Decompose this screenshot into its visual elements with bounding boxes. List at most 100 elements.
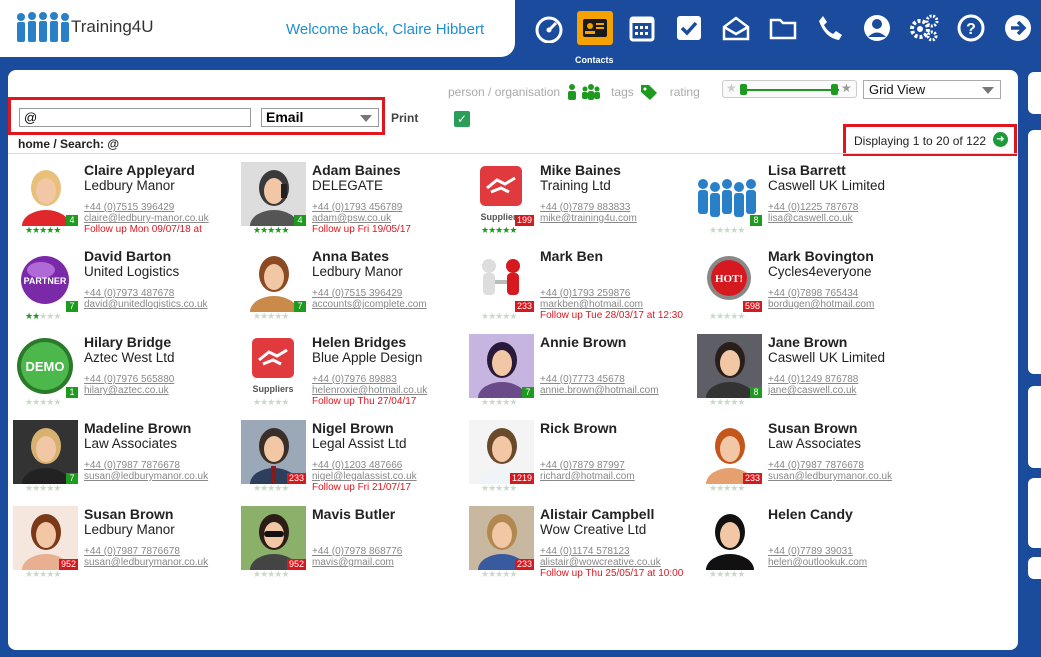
- contact-phone[interactable]: +44 (0)7773 45678: [540, 374, 625, 385]
- star-rating[interactable]: ★★★★★: [709, 484, 745, 493]
- rating-min-handle[interactable]: [740, 84, 747, 95]
- tasks-nav-button[interactable]: [671, 11, 707, 45]
- phone-nav-button[interactable]: [812, 11, 848, 45]
- contact-name[interactable]: Jane Brown: [768, 334, 847, 350]
- contact-phone[interactable]: +44 (0)7987 7876678: [768, 460, 864, 471]
- contact-phone[interactable]: +44 (0)7987 7876678: [84, 460, 180, 471]
- folder-nav-button[interactable]: [765, 11, 801, 45]
- contact-card[interactable]: 233 ★★★★★ Nigel Brown Legal Assist Ltd +44 (…: [241, 420, 469, 506]
- side-panel-card[interactable]: [1028, 72, 1041, 114]
- contact-card[interactable]: HOT! 598 ★★★★★ Mark Bovington Cycles4everyon…: [697, 248, 925, 334]
- contact-card[interactable]: 7 ★★★★★ Anna Bates Ledbury Manor +44 (0)7515…: [241, 248, 469, 334]
- contact-avatar[interactable]: 4: [13, 162, 78, 226]
- organisation-icon[interactable]: [581, 84, 601, 100]
- contact-card[interactable]: 233 ★★★★★ Alistair Campbell Wow Creative Lt…: [469, 506, 697, 592]
- contact-phone[interactable]: +44 (0)7973 487678: [84, 288, 174, 299]
- contact-avatar[interactable]: HOT! 598: [697, 248, 762, 312]
- contact-name[interactable]: Madeline Brown: [84, 420, 191, 436]
- contact-avatar[interactable]: Suppliers: [241, 334, 306, 398]
- contact-email[interactable]: richard@hotmail.com: [540, 471, 635, 482]
- follow-up-note[interactable]: Follow up Thu 27/04/17: [312, 396, 469, 407]
- contact-name[interactable]: Hilary Bridge: [84, 334, 171, 350]
- contact-avatar[interactable]: 7: [241, 248, 306, 312]
- contact-card[interactable]: 4 ★★★★★ Claire Appleyard Ledbury Manor +44 (…: [13, 162, 241, 248]
- contacts-nav-button[interactable]: [577, 11, 613, 45]
- star-rating[interactable]: ★★★★★: [25, 312, 61, 321]
- contact-avatar[interactable]: DEMO 1: [13, 334, 78, 398]
- contact-email[interactable]: markben@hotmail.com: [540, 299, 643, 310]
- contact-phone[interactable]: +44 (0)1793 456789: [312, 202, 402, 213]
- contact-email[interactable]: annie.brown@hotmail.com: [540, 385, 659, 396]
- contact-phone[interactable]: +44 (0)7978 868776: [312, 546, 402, 557]
- help-nav-button[interactable]: ?: [953, 11, 989, 45]
- star-rating[interactable]: ★★★★★: [25, 226, 61, 235]
- person-icon[interactable]: [566, 84, 578, 100]
- contact-email[interactable]: hilary@aztec.co.uk: [84, 385, 169, 396]
- contact-email[interactable]: susan@ledburymanor.co.uk: [768, 471, 892, 482]
- contact-avatar[interactable]: Suppliers 199: [469, 162, 534, 226]
- contact-phone[interactable]: +44 (0)1203 487666: [312, 460, 402, 471]
- contact-name[interactable]: Mavis Butler: [312, 506, 395, 522]
- star-rating[interactable]: ★★★★★: [253, 484, 289, 493]
- contact-avatar[interactable]: 7: [13, 420, 78, 484]
- contact-card[interactable]: 233 ★★★★★ Mark Ben +44 (0)1793 259876 markbe…: [469, 248, 697, 334]
- contact-name[interactable]: Helen Candy: [768, 506, 853, 522]
- contact-phone[interactable]: +44 (0)7976 565880: [84, 374, 174, 385]
- contact-card[interactable]: ★★★★★ Helen Candy +44 (0)7789 39031 helen@o…: [697, 506, 925, 592]
- contact-card[interactable]: DEMO 1 ★★★★★ Hilary Bridge Aztec West Ltd +44…: [13, 334, 241, 420]
- star-rating[interactable]: ★★★★★: [25, 398, 61, 407]
- contact-email[interactable]: alistair@wowcreative.co.uk: [540, 557, 661, 568]
- contact-name[interactable]: Claire Appleyard: [84, 162, 195, 178]
- rating-filter[interactable]: rating: [670, 85, 700, 99]
- star-rating[interactable]: ★★★★★: [481, 570, 517, 579]
- contact-card[interactable]: 233 ★★★★★ Susan Brown Law Associates +44 (0)…: [697, 420, 925, 506]
- contact-phone[interactable]: +44 (0)7515 396429: [312, 288, 402, 299]
- contact-name[interactable]: Alistair Campbell: [540, 506, 654, 522]
- side-panel-card[interactable]: [1028, 557, 1041, 579]
- contact-email[interactable]: mike@training4u.com: [540, 213, 637, 224]
- search-type-select[interactable]: Email: [261, 108, 379, 127]
- contact-email[interactable]: claire@ledbury-manor.co.uk: [84, 213, 209, 224]
- contact-name[interactable]: Anna Bates: [312, 248, 389, 264]
- contact-card[interactable]: 952 ★★★★★ Mavis Butler +44 (0)7978 868776 ma…: [241, 506, 469, 592]
- star-rating[interactable]: ★★★★★: [253, 226, 289, 235]
- contact-email[interactable]: adam@psw.co.uk: [312, 213, 391, 224]
- contact-card[interactable]: Suppliers ★★★★★ Helen Bridges Blue Apple De…: [241, 334, 469, 420]
- contact-avatar[interactable]: 233: [469, 248, 534, 312]
- star-rating[interactable]: ★★★★★: [253, 312, 289, 321]
- contact-email[interactable]: lisa@caswell.co.uk: [768, 213, 853, 224]
- contact-name[interactable]: Susan Brown: [84, 506, 173, 522]
- contact-phone[interactable]: +44 (0)7976 89883: [312, 374, 397, 385]
- contact-email[interactable]: jane@caswell.co.uk: [768, 385, 857, 396]
- side-panel-card[interactable]: [1028, 130, 1041, 374]
- contact-name[interactable]: Lisa Barrett: [768, 162, 846, 178]
- logout-nav-button[interactable]: [1000, 11, 1036, 45]
- dashboard-nav-button[interactable]: [531, 11, 567, 45]
- contact-card[interactable]: 952 ★★★★★ Susan Brown Ledbury Manor +44 (0)7…: [13, 506, 241, 592]
- tags-filter[interactable]: tags: [611, 85, 634, 99]
- search-input[interactable]: @: [19, 108, 251, 127]
- contact-phone[interactable]: +44 (0)7879 883833: [540, 202, 630, 213]
- star-rating[interactable]: ★★★★★: [481, 312, 517, 321]
- contact-name[interactable]: Mike Baines: [540, 162, 621, 178]
- rating-slider[interactable]: ★ ★: [722, 80, 857, 98]
- star-rating[interactable]: ★★★★★: [709, 398, 745, 407]
- contact-phone[interactable]: +44 (0)1225 787678: [768, 202, 858, 213]
- contact-name[interactable]: Mark Ben: [540, 248, 603, 264]
- contact-phone[interactable]: +44 (0)7879 87997: [540, 460, 625, 471]
- contact-avatar[interactable]: [697, 506, 762, 570]
- contact-card[interactable]: 1219 ★★★★★ Rick Brown +44 (0)7879 87997 rich…: [469, 420, 697, 506]
- contact-card[interactable]: 8 ★★★★★ Jane Brown Caswell UK Limited +44 (0…: [697, 334, 925, 420]
- follow-up-note[interactable]: Follow up Mon 09/07/18 at: [84, 224, 241, 235]
- contact-avatar[interactable]: 1219: [469, 420, 534, 484]
- contact-name[interactable]: David Barton: [84, 248, 171, 264]
- contact-name[interactable]: Adam Baines: [312, 162, 401, 178]
- star-rating[interactable]: ★★★★★: [481, 398, 517, 407]
- calendar-nav-button[interactable]: [624, 11, 660, 45]
- contact-email[interactable]: susan@ledburymanor.co.uk: [84, 471, 208, 482]
- follow-up-note[interactable]: Follow up Fri 19/05/17: [312, 224, 469, 235]
- contact-phone[interactable]: +44 (0)1793 259876: [540, 288, 630, 299]
- contact-avatar[interactable]: 4: [241, 162, 306, 226]
- user-nav-button[interactable]: [859, 11, 895, 45]
- contact-phone[interactable]: +44 (0)7515 396429: [84, 202, 174, 213]
